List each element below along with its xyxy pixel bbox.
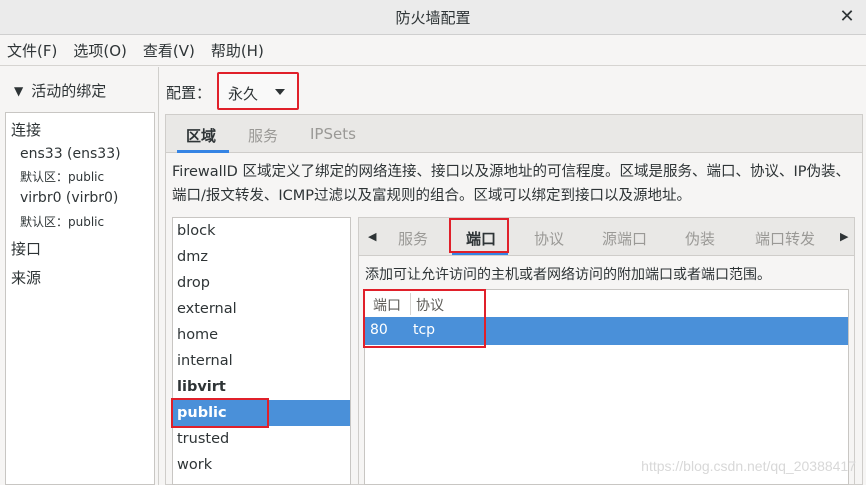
- highlight-port-row: [363, 289, 486, 348]
- menu-help[interactable]: 帮助(H): [211, 40, 264, 61]
- tab-zone-services[interactable]: 服务: [398, 228, 428, 249]
- menu-bar: 文件(F) 选项(O) 查看(V) 帮助(H): [0, 36, 866, 66]
- active-bindings-label: 活动的绑定: [31, 82, 107, 100]
- menu-options[interactable]: 选项(O): [73, 40, 127, 61]
- zone-item-home[interactable]: home: [173, 322, 350, 348]
- connection-ens33-zone: 默认区：public: [20, 170, 105, 184]
- interfaces-heading[interactable]: 接口: [11, 238, 41, 259]
- sources-heading[interactable]: 来源: [11, 267, 41, 288]
- zone-item-work[interactable]: work: [173, 452, 350, 478]
- tab-zone-source-ports[interactable]: 源端口: [602, 228, 647, 249]
- tab-services[interactable]: 服务: [248, 125, 278, 146]
- config-label: 配置：: [166, 84, 212, 102]
- chevron-down-icon: ▼: [14, 83, 24, 98]
- zone-item-dmz[interactable]: dmz: [173, 244, 350, 270]
- highlight-ports-tab: [449, 218, 509, 253]
- menu-file[interactable]: 文件(F): [7, 40, 57, 61]
- zone-item-internal[interactable]: internal: [173, 348, 350, 374]
- scroll-right-icon[interactable]: ▶: [840, 230, 848, 243]
- connection-ens33[interactable]: ens33 (ens33): [20, 146, 121, 162]
- zone-item-block[interactable]: block: [173, 218, 350, 244]
- active-bindings-toggle[interactable]: ▼ 活动的绑定: [14, 80, 106, 101]
- tab-zones[interactable]: 区域: [186, 125, 216, 146]
- zone-settings-tab-bar: ◀ 服务 端口 协议 源端口 伪装 端口转发 ▶: [359, 218, 854, 256]
- config-value: 永久: [228, 85, 259, 103]
- window-title: 防火墙配置: [395, 8, 471, 27]
- ports-description: 添加可让允许访问的主机或者网络访问的附加端口或者端口范围。: [365, 267, 771, 283]
- highlight-public: [171, 398, 269, 428]
- zone-item-drop[interactable]: drop: [173, 270, 350, 296]
- main-tab-bar: 区域 服务 IPSets: [166, 115, 862, 153]
- scroll-left-icon[interactable]: ◀: [368, 230, 376, 243]
- zone-item-trusted[interactable]: trusted: [173, 426, 350, 452]
- watermark: https://blog.csdn.net/qq_20388417: [641, 458, 856, 474]
- zone-description: FirewallD 区域定义了绑定的网络连接、接口以及源地址的可信程度。区域是服…: [172, 164, 850, 204]
- connection-virbr0[interactable]: virbr0 (virbr0): [20, 190, 118, 206]
- zone-item-libvirt[interactable]: libvirt: [173, 374, 350, 400]
- config-dropdown[interactable]: 永久: [217, 72, 299, 110]
- tab-zone-masquerade[interactable]: 伪装: [685, 228, 715, 249]
- tab-ipsets[interactable]: IPSets: [310, 125, 356, 143]
- caret-down-icon: [275, 89, 285, 95]
- tab-zone-protocols[interactable]: 协议: [534, 228, 564, 249]
- zone-list[interactable]: block dmz drop external home internal li…: [172, 217, 351, 485]
- bindings-list: 连接 ens33 (ens33) 默认区：public virbr0 (virb…: [5, 112, 155, 485]
- connection-virbr0-zone: 默认区：public: [20, 215, 105, 229]
- zone-item-external[interactable]: external: [173, 296, 350, 322]
- tab-zone-port-forward[interactable]: 端口转发: [755, 228, 815, 249]
- close-icon[interactable]: ✕: [836, 6, 858, 28]
- menu-view[interactable]: 查看(V): [143, 40, 195, 61]
- active-tab-indicator: [177, 150, 229, 153]
- connections-heading[interactable]: 连接: [11, 119, 41, 140]
- title-bar: 防火墙配置: [0, 0, 866, 35]
